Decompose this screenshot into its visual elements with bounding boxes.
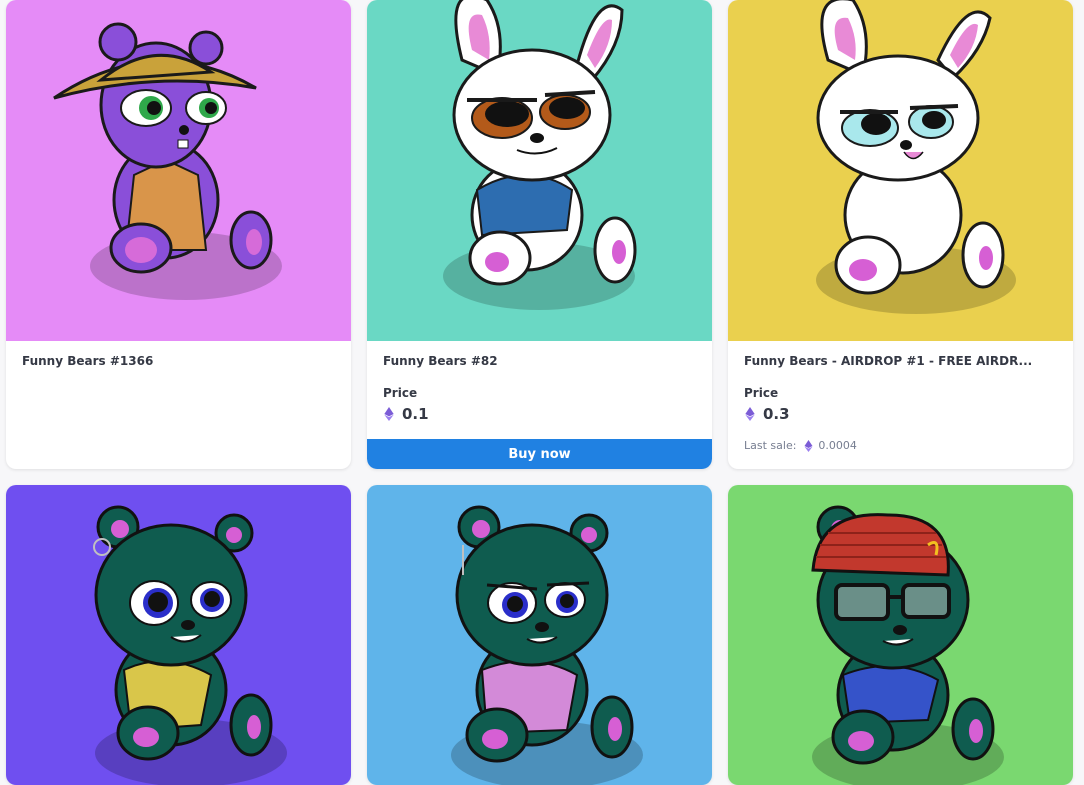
buy-now-button[interactable]: Buy now <box>367 439 712 469</box>
price-label: Price <box>744 386 779 400</box>
nft-image[interactable] <box>6 0 351 341</box>
nft-image[interactable] <box>728 485 1073 785</box>
nft-image[interactable] <box>6 485 351 785</box>
nft-grid: Funny Bears #1366 Funny Bears #82 Price … <box>6 0 1074 785</box>
price-value: 0.1 <box>402 405 429 423</box>
price-row: 0.1 <box>383 405 696 423</box>
last-sale-label: Last sale: <box>744 439 797 452</box>
last-sale-value: 0.0004 <box>818 439 857 452</box>
nft-card[interactable]: Funny Bears #1366 <box>6 0 351 469</box>
nft-card[interactable] <box>367 485 712 785</box>
ethereum-icon <box>384 407 394 421</box>
nft-image[interactable] <box>728 0 1073 341</box>
nft-image[interactable] <box>367 485 712 785</box>
nft-card[interactable] <box>728 485 1073 785</box>
nft-card[interactable] <box>6 485 351 785</box>
last-sale: Last sale: 0.0004 <box>744 439 1057 452</box>
ethereum-icon <box>804 439 813 452</box>
price-value: 0.3 <box>763 405 790 423</box>
price-label: Price <box>383 386 418 400</box>
nft-card[interactable]: Funny Bears #82 Price 0.1 Buy now <box>367 0 712 469</box>
ethereum-icon <box>745 407 755 421</box>
nft-name[interactable]: Funny Bears #1366 <box>22 354 335 368</box>
nft-name[interactable]: Funny Bears - AIRDROP #1 - FREE AIRDR... <box>744 354 1057 368</box>
nft-name[interactable]: Funny Bears #82 <box>383 354 696 368</box>
price-row: 0.3 <box>744 405 1057 423</box>
nft-image[interactable] <box>367 0 712 341</box>
nft-card[interactable]: Funny Bears - AIRDROP #1 - FREE AIRDR...… <box>728 0 1073 469</box>
